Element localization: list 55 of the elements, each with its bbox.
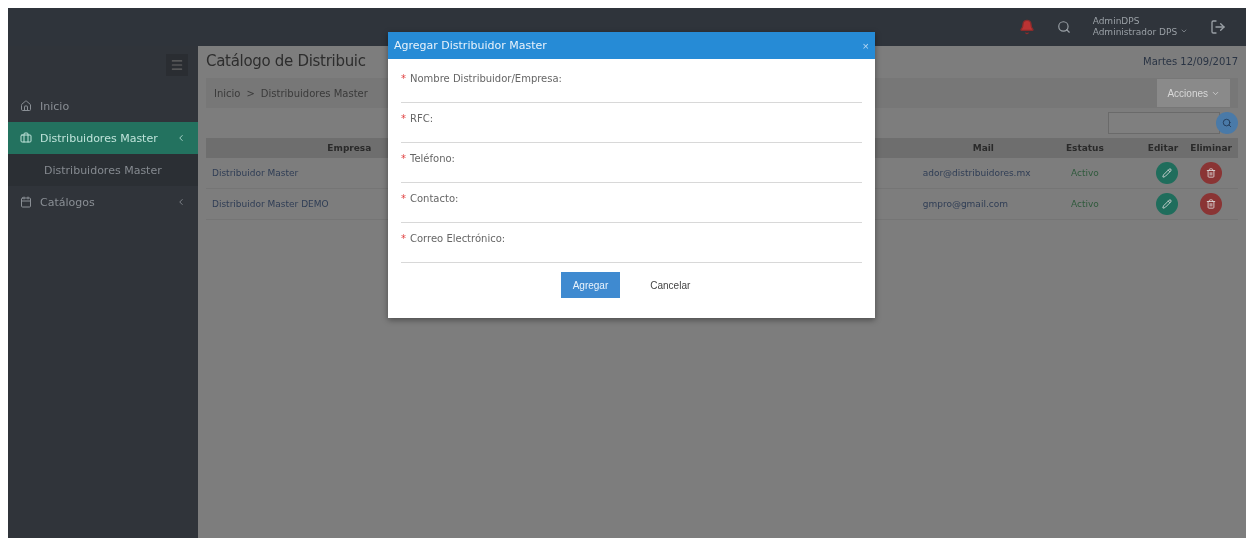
sidebar-item[interactable]: Catálogos (8, 186, 198, 218)
chevron-left-icon (176, 133, 186, 143)
briefcase-icon (20, 132, 32, 144)
delete-button[interactable] (1200, 193, 1223, 215)
edit-button[interactable] (1156, 193, 1179, 215)
close-button[interactable]: × (862, 39, 869, 52)
calendar-icon (20, 196, 32, 208)
date-text: Martes 12/09/2017 (1143, 55, 1238, 67)
input-field[interactable]: * Correo Electrónico: (401, 223, 862, 263)
column-header: Estatus (1036, 138, 1134, 158)
breadcrumb-separator: > (246, 87, 255, 99)
sidebar-item[interactable]: Inicio (8, 90, 198, 122)
column-header: Eliminar (1184, 138, 1238, 158)
input-field[interactable]: * Contacto: (401, 183, 862, 223)
table-cell: Activo (1036, 158, 1134, 189)
edit-button[interactable] (1156, 162, 1179, 184)
breadcrumb-link[interactable]: Distribuidores Master (260, 87, 368, 99)
actions-button[interactable]: Acciones (1157, 79, 1230, 107)
page-title: Catálogo de Distribuic (206, 52, 366, 70)
input-field[interactable]: * Nombre Distribuidor/Empresa: (401, 63, 862, 103)
field-label: Correo Electrónico: (410, 233, 506, 244)
chevron-down-icon (1180, 27, 1188, 35)
sidebar-item[interactable]: Distribuidores Master (8, 122, 198, 154)
search-field[interactable] (1108, 112, 1220, 134)
cancel-button[interactable]: Cancelar (638, 272, 703, 298)
field-label: Contacto: (410, 193, 459, 204)
field-label: RFC: (410, 113, 434, 124)
trash-icon (1206, 168, 1217, 178)
user-menu[interactable]: AdminDPS Administrador DPS (1092, 16, 1188, 38)
menu-toggle-button[interactable] (166, 54, 188, 76)
required-mark: * (401, 113, 406, 124)
chevron-left-icon (176, 197, 186, 207)
table-cell: Activo (1036, 188, 1134, 220)
input-field[interactable]: * RFC: (401, 103, 862, 143)
search-icon (1222, 118, 1232, 128)
trash-icon (1206, 199, 1217, 209)
menu-icon (170, 58, 184, 72)
search-icon[interactable] (1056, 20, 1071, 34)
field-label: Nombre Distribuidor/Empresa: (410, 73, 562, 84)
modal-title: Agregar Distribuidor Master (394, 39, 547, 52)
input-field[interactable]: * Teléfono: (401, 143, 862, 183)
column-header: Editar (1133, 138, 1185, 158)
logout-icon[interactable] (1210, 19, 1226, 35)
required-mark: * (401, 73, 406, 84)
add-button[interactable]: Agregar (560, 272, 621, 298)
breadcrumb-link[interactable]: Inicio (214, 87, 241, 99)
pencil-icon (1162, 168, 1173, 178)
notification-bell-icon[interactable] (1018, 19, 1035, 35)
required-mark: * (401, 193, 406, 204)
sidebar-subitem[interactable]: Distribuidores Master (8, 154, 198, 186)
house-icon (20, 100, 32, 112)
delete-button[interactable] (1200, 162, 1223, 184)
required-mark: * (401, 233, 406, 244)
pencil-icon (1162, 199, 1173, 209)
search-button[interactable] (1216, 112, 1238, 134)
